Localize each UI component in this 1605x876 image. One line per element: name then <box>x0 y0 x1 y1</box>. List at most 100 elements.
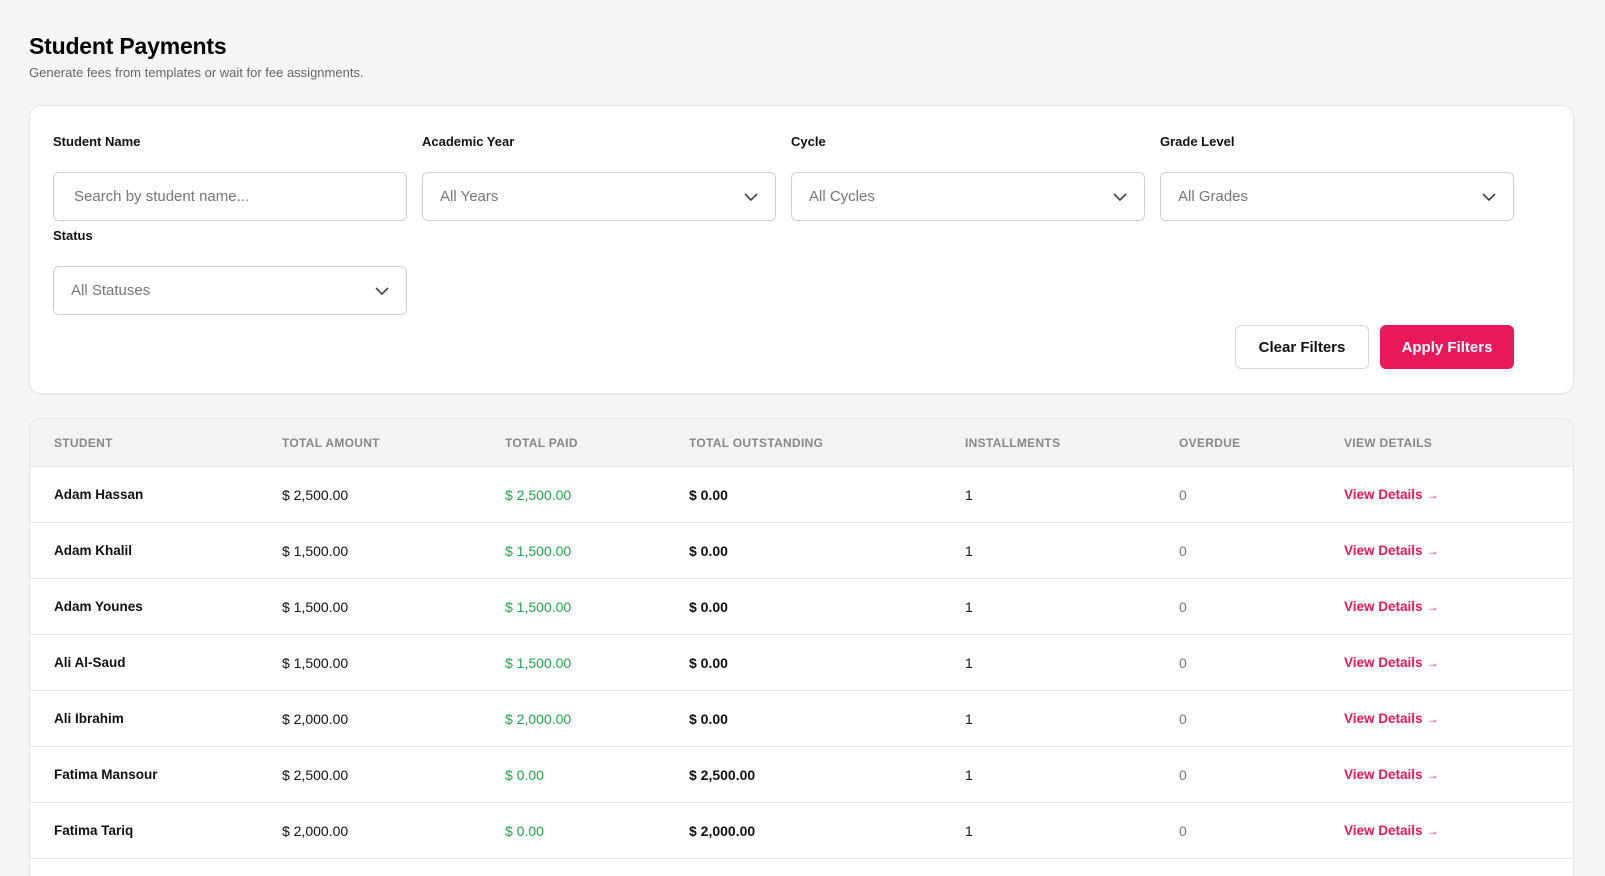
status-filter: Status All Statuses <box>53 226 407 315</box>
total-outstanding-cell: $ 0.00 <box>689 711 728 727</box>
student-name-cell: Fatima Mansour <box>54 767 158 782</box>
view-details-link[interactable]: View Details → <box>1344 579 1439 635</box>
table-row: Ali Ibrahim $ 2,000.00 $ 2,000.00 $ 0.00… <box>30 691 1573 747</box>
page-subtitle: Generate fees from templates or wait for… <box>29 65 364 80</box>
student-name-label: Student Name <box>53 134 141 149</box>
arrow-right-icon: → <box>1426 488 1439 502</box>
total-outstanding-cell: $ 0.00 <box>689 655 728 671</box>
student-payments-page: Student Payments Generate fees from temp… <box>0 0 1605 876</box>
overdue-cell: 0 <box>1179 599 1187 615</box>
student-name-cell: Ali Al-Saud <box>54 655 126 670</box>
total-amount-cell: $ 2,000.00 <box>282 823 349 839</box>
column-header-total-paid: TOTAL PAID <box>505 436 578 450</box>
cycle-value: All Cycles <box>809 188 875 205</box>
installments-cell: 1 <box>965 543 973 559</box>
total-paid-cell: $ 0.00 <box>505 767 544 783</box>
apply-filters-button[interactable]: Apply Filters <box>1380 325 1514 369</box>
cycle-label: Cycle <box>791 134 826 149</box>
status-label: Status <box>53 228 93 243</box>
academic-year-value: All Years <box>440 188 499 205</box>
view-details-link[interactable]: View Details → <box>1344 635 1439 691</box>
total-amount-cell: $ 1,500.00 <box>282 543 349 559</box>
table-row: Ali Al-Saud $ 1,500.00 $ 1,500.00 $ 0.00… <box>30 635 1573 691</box>
student-name-cell: Fatima Tariq <box>54 823 134 838</box>
clear-filters-button[interactable]: Clear Filters <box>1235 325 1369 369</box>
installments-cell: 1 <box>965 767 973 783</box>
table-row: Fatima Tariq $ 2,000.00 $ 0.00 $ 2,000.0… <box>30 803 1573 859</box>
view-details-label: View Details <box>1344 599 1423 614</box>
total-amount-cell: $ 1,500.00 <box>282 655 349 671</box>
table-row: Fatima Mansour $ 2,500.00 $ 0.00 $ 2,500… <box>30 747 1573 803</box>
cycle-select[interactable]: All Cycles <box>791 172 1145 221</box>
arrow-right-icon: → <box>1426 768 1439 782</box>
table-header: STUDENT TOTAL AMOUNT TOTAL PAID TOTAL OU… <box>30 419 1573 467</box>
grade-level-value: All Grades <box>1178 188 1249 205</box>
total-paid-cell: $ 2,000.00 <box>505 711 572 727</box>
total-paid-cell: $ 0.00 <box>505 823 544 839</box>
total-amount-cell: $ 2,000.00 <box>282 711 349 727</box>
filter-panel: Student Name Academic Year All Years Cyc… <box>29 105 1574 394</box>
status-value: All Statuses <box>71 282 151 299</box>
cycle-filter: Cycle All Cycles <box>791 132 1145 221</box>
view-details-label: View Details <box>1344 487 1423 502</box>
view-details-label: View Details <box>1344 767 1423 782</box>
overdue-cell: 0 <box>1179 655 1187 671</box>
total-amount-cell: $ 2,500.00 <box>282 487 349 503</box>
view-details-link[interactable]: View Details → <box>1344 803 1439 859</box>
overdue-cell: 0 <box>1179 487 1187 503</box>
student-name-cell: Ali Ibrahim <box>54 711 124 726</box>
total-paid-cell: $ 1,500.00 <box>505 599 572 615</box>
view-details-link[interactable]: View Details → <box>1344 691 1439 747</box>
student-name-filter: Student Name <box>53 132 407 221</box>
student-name-cell: Adam Younes <box>54 599 143 614</box>
chevron-down-icon <box>375 286 389 295</box>
academic-year-label: Academic Year <box>422 134 515 149</box>
arrow-right-icon: → <box>1426 544 1439 558</box>
chevron-down-icon <box>744 192 758 201</box>
overdue-cell: 0 <box>1179 711 1187 727</box>
table-row: Adam Hassan $ 2,500.00 $ 2,500.00 $ 0.00… <box>30 467 1573 523</box>
total-outstanding-cell: $ 2,000.00 <box>689 823 756 839</box>
total-outstanding-cell: $ 0.00 <box>689 487 728 503</box>
view-details-link[interactable]: View Details → <box>1344 523 1439 579</box>
column-header-student: STUDENT <box>54 436 113 450</box>
installments-cell: 1 <box>965 711 973 727</box>
academic-year-filter: Academic Year All Years <box>422 132 776 221</box>
total-outstanding-cell: $ 0.00 <box>689 543 728 559</box>
total-paid-cell: $ 2,500.00 <box>505 487 572 503</box>
chevron-down-icon <box>1113 192 1127 201</box>
view-details-label: View Details <box>1344 655 1423 670</box>
page-title: Student Payments <box>29 33 227 59</box>
chevron-down-icon <box>1482 192 1496 201</box>
total-amount-cell: $ 2,500.00 <box>282 767 349 783</box>
overdue-cell: 0 <box>1179 543 1187 559</box>
total-paid-cell: $ 1,500.00 <box>505 543 572 559</box>
total-outstanding-cell: $ 2,500.00 <box>689 767 756 783</box>
column-header-total-outstanding: TOTAL OUTSTANDING <box>689 436 824 450</box>
payments-table: STUDENT TOTAL AMOUNT TOTAL PAID TOTAL OU… <box>29 418 1574 876</box>
status-select[interactable]: All Statuses <box>53 266 407 315</box>
overdue-cell: 0 <box>1179 767 1187 783</box>
column-header-overdue: OVERDUE <box>1179 436 1241 450</box>
installments-cell: 1 <box>965 823 973 839</box>
installments-cell: 1 <box>965 599 973 615</box>
arrow-right-icon: → <box>1426 656 1439 670</box>
total-amount-cell: $ 1,500.00 <box>282 599 349 615</box>
grade-level-label: Grade Level <box>1160 134 1235 149</box>
view-details-link[interactable]: View Details → <box>1344 747 1439 803</box>
grade-level-filter: Grade Level All Grades <box>1160 132 1514 221</box>
view-details-label: View Details <box>1344 711 1423 726</box>
column-header-installments: INSTALLMENTS <box>965 436 1061 450</box>
installments-cell: 1 <box>965 655 973 671</box>
column-header-total-amount: TOTAL AMOUNT <box>282 436 380 450</box>
grade-level-select[interactable]: All Grades <box>1160 172 1514 221</box>
installments-cell: 1 <box>965 487 973 503</box>
arrow-right-icon: → <box>1426 712 1439 726</box>
arrow-right-icon: → <box>1426 824 1439 838</box>
total-paid-cell: $ 1,500.00 <box>505 655 572 671</box>
student-name-search-input[interactable] <box>53 172 407 221</box>
academic-year-select[interactable]: All Years <box>422 172 776 221</box>
overdue-cell: 0 <box>1179 823 1187 839</box>
student-name-cell: Adam Khalil <box>54 543 133 558</box>
view-details-link[interactable]: View Details → <box>1344 467 1439 523</box>
